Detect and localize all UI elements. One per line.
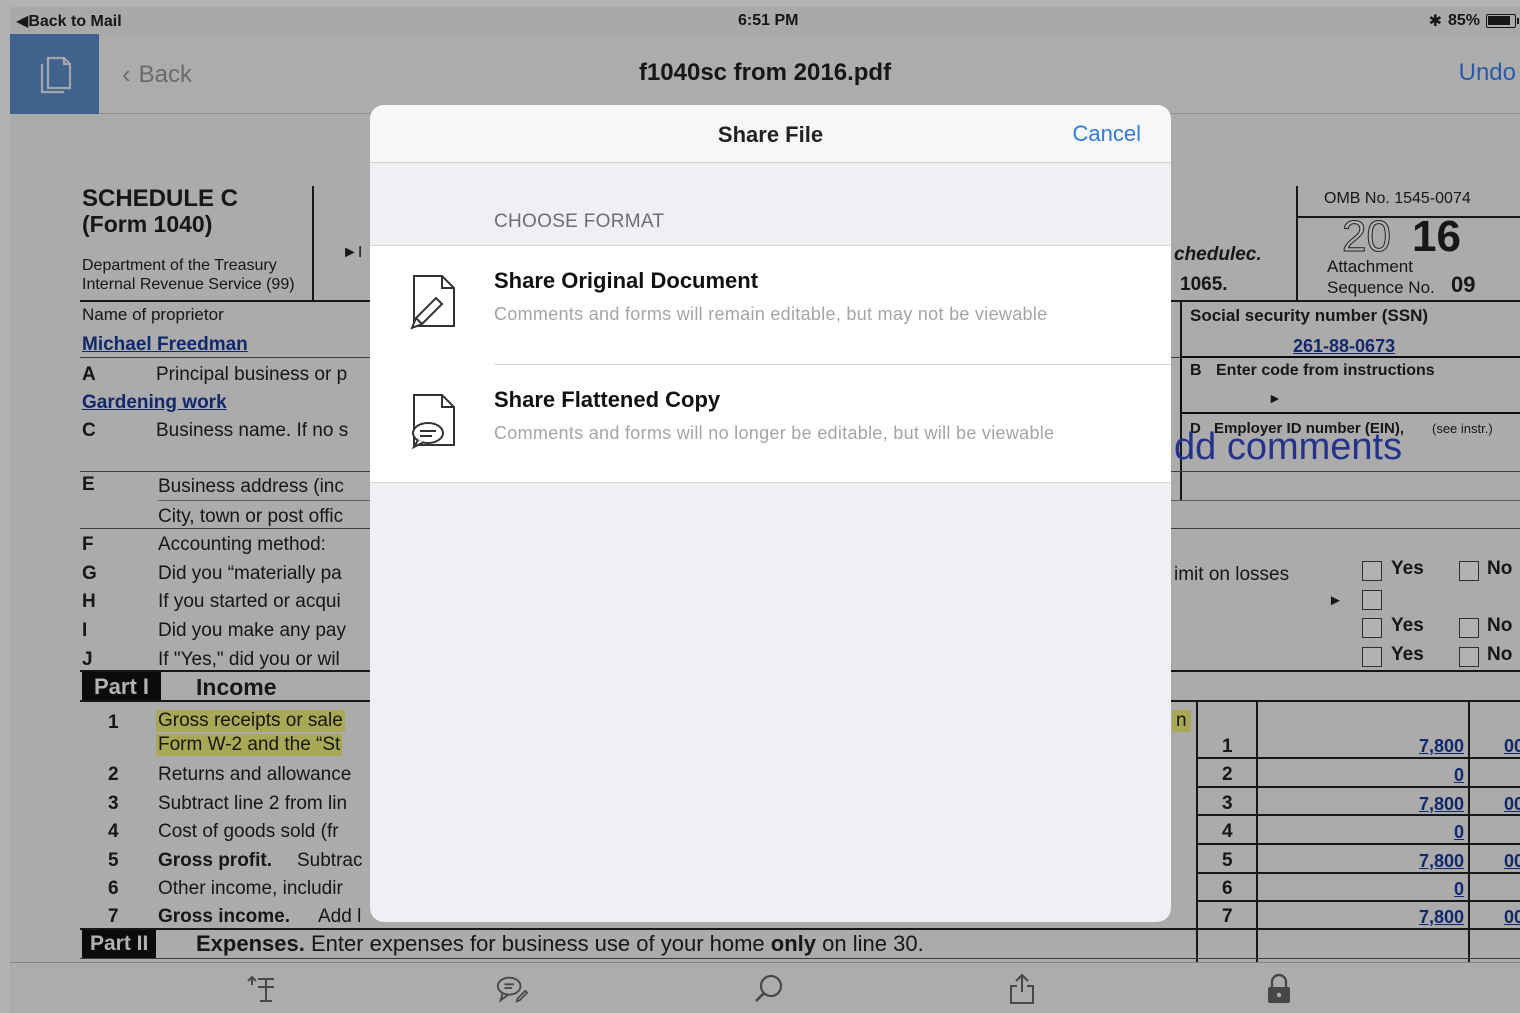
- share-original-title: Share Original Document: [494, 268, 759, 293]
- modal-header: Share File Cancel: [370, 105, 1171, 163]
- share-flattened-option[interactable]: Share Flattened Copy Comments and forms …: [411, 364, 1171, 482]
- format-options-list: Share Original Document Comments and for…: [370, 245, 1171, 483]
- share-original-text: Share Original Document Comments and for…: [494, 268, 1047, 325]
- share-flattened-text: Share Flattened Copy Comments and forms …: [494, 387, 1054, 444]
- cancel-button[interactable]: Cancel: [1073, 121, 1141, 147]
- modal-title: Share File: [717, 122, 824, 147]
- share-original-option[interactable]: Share Original Document Comments and for…: [370, 246, 1171, 364]
- document-comment-icon: [408, 391, 460, 450]
- choose-format-label: CHOOSE FORMAT: [494, 211, 665, 232]
- share-flattened-title: Share Flattened Copy: [494, 387, 721, 412]
- share-original-subtitle: Comments and forms will remain editable,…: [494, 304, 1048, 324]
- document-pencil-icon: [408, 272, 460, 330]
- share-flattened-subtitle: Comments and forms will no longer be edi…: [494, 423, 1055, 443]
- share-file-modal: Share File Cancel CHOOSE FORMAT Share Or…: [370, 105, 1171, 922]
